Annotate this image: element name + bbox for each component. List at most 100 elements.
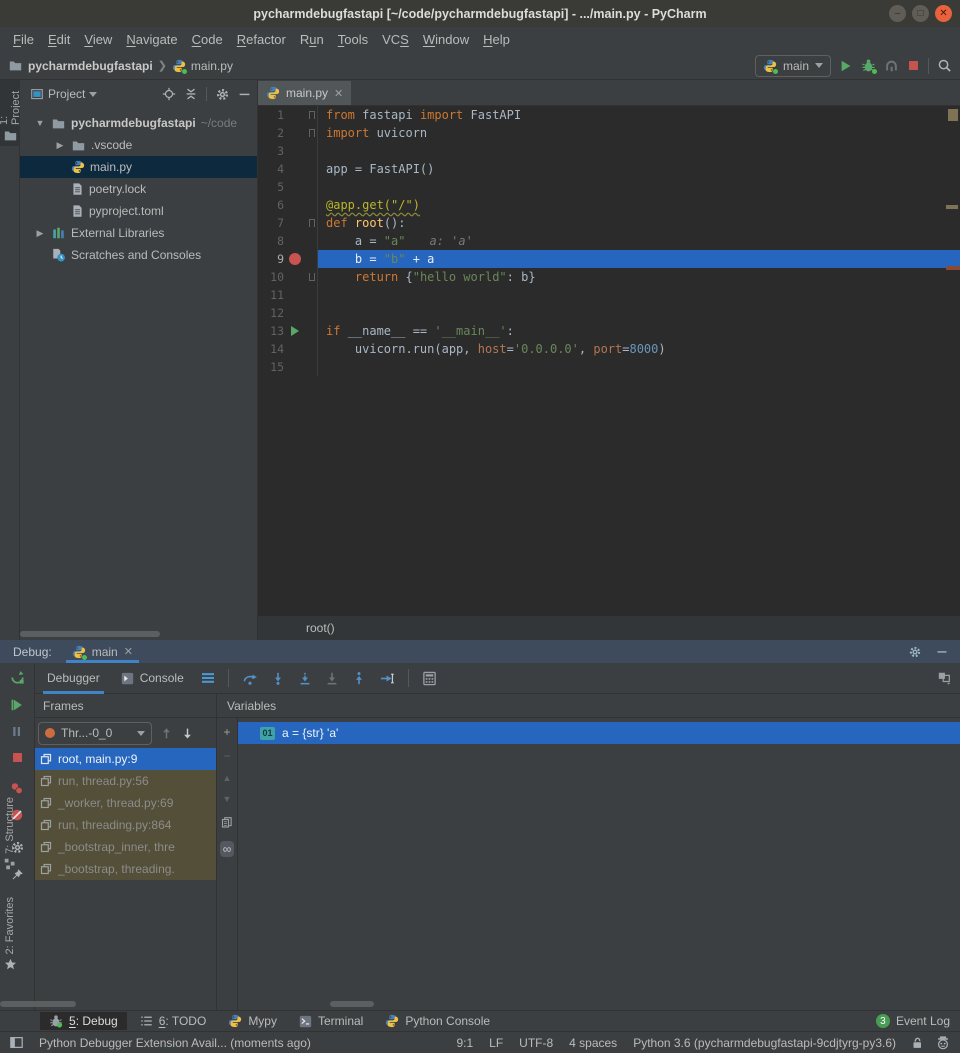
gutter-line-1[interactable]: 1 — [258, 106, 318, 124]
write-access-lock-icon[interactable] — [912, 1036, 924, 1050]
warning-stripe-mark[interactable] — [946, 205, 958, 209]
sidebar-item-project[interactable]: 1: Project — [0, 80, 20, 146]
toolbar-item-terminal[interactable]: Terminal — [290, 1012, 372, 1030]
event-log-button[interactable]: 3Event Log — [876, 1014, 960, 1028]
error-stripe[interactable] — [946, 106, 960, 615]
evaluate-expression-icon[interactable] — [422, 671, 437, 686]
gutter-line-7[interactable]: 7 — [258, 214, 318, 232]
move-up-icon[interactable]: ▲ — [223, 774, 232, 783]
breakpoint-icon[interactable] — [284, 253, 306, 265]
thread-select[interactable]: Thr...-0_0 — [38, 722, 152, 745]
duplicate-watch-icon[interactable] — [221, 816, 233, 829]
code-area[interactable]: 1from fastapi import FastAPI2import uvic… — [258, 106, 960, 615]
menu-run[interactable]: Run — [293, 30, 331, 49]
fold-marker-icon[interactable] — [309, 129, 315, 137]
line-separator-widget[interactable]: LF — [489, 1036, 503, 1050]
tree-row-scratches-and-consoles[interactable]: Scratches and Consoles — [20, 244, 257, 266]
gutter-line-2[interactable]: 2 — [258, 124, 318, 142]
chevron-right-icon[interactable]: ▶ — [54, 140, 66, 151]
gutter-line-3[interactable]: 3 — [258, 142, 318, 160]
code-line-13[interactable]: 13if __name__ == '__main__': — [258, 322, 960, 340]
code-line-6[interactable]: 6@app.get("/") — [258, 196, 960, 214]
menu-help[interactable]: Help — [476, 30, 517, 49]
interpreter-widget[interactable]: Python 3.6 (pycharmdebugfastapi-9cdjtyrg… — [633, 1036, 896, 1050]
tree-row-external-libraries[interactable]: ▶External Libraries — [20, 222, 257, 244]
add-watch-icon[interactable]: + — [223, 726, 230, 738]
gutter-line-14[interactable]: 14 — [258, 340, 318, 358]
sidebar-item-favorites[interactable]: 2: Favorites — [0, 893, 20, 985]
run-gutter-icon[interactable] — [284, 326, 306, 336]
breadcrumb-project[interactable]: pycharmdebugfastapi — [28, 59, 153, 73]
watch-return-values-icon[interactable]: ∞ — [220, 841, 235, 857]
gutter-line-13[interactable]: 13 — [258, 322, 318, 340]
code-line-12[interactable]: 12 — [258, 304, 960, 322]
debug-session-tab[interactable]: main ✕ — [66, 640, 139, 663]
coverage-button[interactable] — [884, 59, 899, 73]
menu-file[interactable]: File — [6, 30, 41, 49]
hide-tool-window-icon[interactable] — [238, 88, 251, 101]
highlighting-level-icon[interactable] — [936, 1036, 950, 1050]
horizontal-scrollbar[interactable] — [20, 631, 160, 637]
code-line-1[interactable]: 1from fastapi import FastAPI — [258, 106, 960, 124]
gutter-line-9[interactable]: 9 — [258, 250, 318, 268]
code-line-14[interactable]: 14 uvicorn.run(app, host='0.0.0.0', port… — [258, 340, 960, 358]
code-line-5[interactable]: 5 — [258, 178, 960, 196]
chevron-right-icon[interactable]: ▶ — [34, 228, 46, 239]
stop-button[interactable] — [907, 59, 920, 72]
fold-marker-icon[interactable] — [309, 219, 315, 227]
layout-menu-icon[interactable] — [201, 672, 215, 684]
search-everywhere-button[interactable] — [937, 58, 952, 73]
debug-button[interactable] — [861, 58, 876, 73]
step-into-icon[interactable] — [271, 671, 285, 686]
previous-frame-icon[interactable] — [160, 727, 173, 740]
frame-row[interactable]: run, threading.py:864 — [35, 814, 216, 836]
gear-icon[interactable] — [215, 87, 230, 102]
next-frame-icon[interactable] — [181, 727, 194, 740]
indent-widget[interactable]: 4 spaces — [569, 1036, 617, 1050]
chevron-down-icon[interactable] — [89, 92, 97, 97]
inspection-status-square[interactable] — [948, 109, 958, 121]
close-icon[interactable]: ✕ — [334, 87, 343, 100]
force-step-into-icon[interactable] — [298, 671, 312, 686]
step-out-of-code-block-icon[interactable] — [325, 671, 339, 686]
gutter-line-4[interactable]: 4 — [258, 160, 318, 178]
frame-row[interactable]: _bootstrap_inner, thre — [35, 836, 216, 858]
gutter-line-8[interactable]: 8 — [258, 232, 318, 250]
chevron-down-icon[interactable]: ▼ — [34, 118, 46, 128]
collapse-all-icon[interactable] — [184, 87, 198, 101]
tree-row-pyproject-toml[interactable]: pyproject.toml — [20, 200, 257, 222]
code-line-3[interactable]: 3 — [258, 142, 960, 160]
horizontal-scrollbar[interactable] — [330, 1001, 374, 1007]
fold-end-marker-icon[interactable] — [309, 273, 315, 281]
tab-console[interactable]: Console — [117, 663, 188, 694]
step-out-icon[interactable] — [352, 671, 366, 686]
code-line-4[interactable]: 4app = FastAPI() — [258, 160, 960, 178]
toolbar-item-mypy[interactable]: Mypy — [219, 1012, 286, 1030]
gutter-line-6[interactable]: 6 — [258, 196, 318, 214]
close-icon[interactable]: ✕ — [124, 645, 133, 658]
code-line-15[interactable]: 15 — [258, 358, 960, 376]
tree-row-main-py[interactable]: main.py — [20, 156, 257, 178]
tree-row-pycharmdebugfastapi[interactable]: ▼pycharmdebugfastapi ~/code — [20, 112, 257, 134]
code-line-7[interactable]: 7def root(): — [258, 214, 960, 232]
stop-icon[interactable] — [11, 751, 24, 764]
frame-row[interactable]: run, thread.py:56 — [35, 770, 216, 792]
code-line-2[interactable]: 2import uvicorn — [258, 124, 960, 142]
frame-row[interactable]: root, main.py:9 — [35, 748, 216, 770]
caret-position-widget[interactable]: 9:1 — [456, 1036, 473, 1050]
menu-tools[interactable]: Tools — [331, 30, 375, 49]
frame-row[interactable]: _bootstrap, threading. — [35, 858, 216, 880]
encoding-widget[interactable]: UTF-8 — [519, 1036, 553, 1050]
maximize-button[interactable]: □ — [912, 5, 929, 22]
minimize-button[interactable]: – — [889, 5, 906, 22]
breakpoint-stripe-mark[interactable] — [946, 266, 960, 270]
tool-window-toggle-icon[interactable] — [10, 1036, 23, 1049]
run-to-cursor-icon[interactable] — [379, 671, 395, 686]
menu-window[interactable]: Window — [416, 30, 476, 49]
gutter-line-15[interactable]: 15 — [258, 358, 318, 376]
code-line-9[interactable]: 9 b = "b" + a — [258, 250, 960, 268]
code-line-11[interactable]: 11 — [258, 286, 960, 304]
code-line-8[interactable]: 8 a = "a"a: 'a' — [258, 232, 960, 250]
code-line-10[interactable]: 10 return {"hello world": b} — [258, 268, 960, 286]
toolbar-item-python-console[interactable]: Python Console — [376, 1012, 499, 1030]
